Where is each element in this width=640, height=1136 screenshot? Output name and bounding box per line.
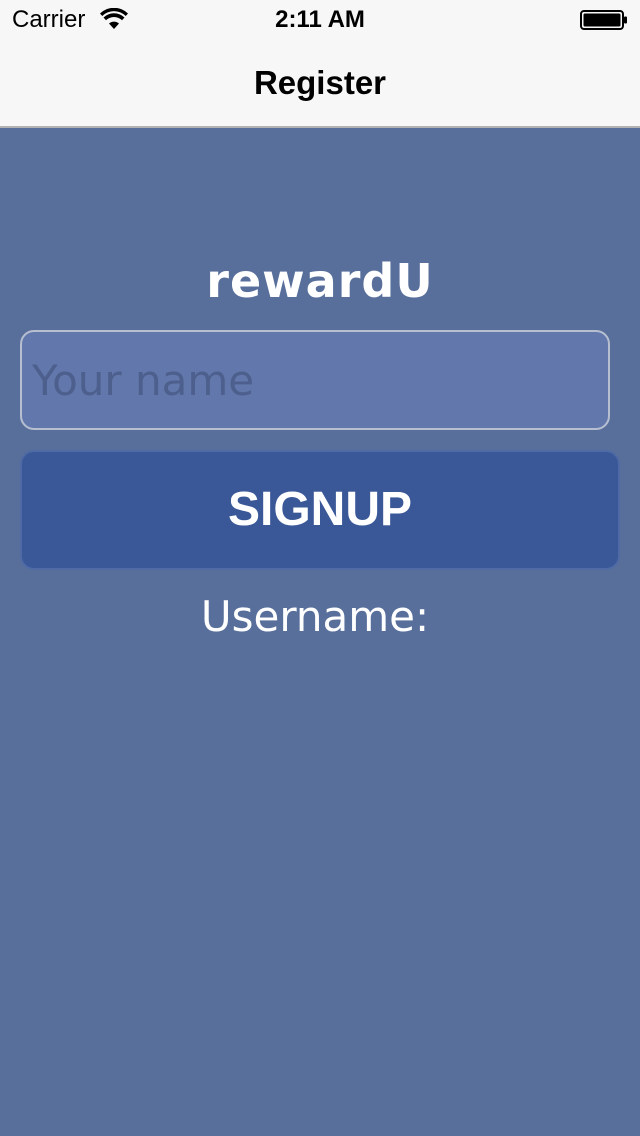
nav-title: Register [253,64,387,101]
name-input[interactable] [20,330,610,430]
status-time: 2:11 AM [275,6,365,33]
top-bar: Carrier 2:11 AM Register [0,0,640,128]
battery-icon [580,10,627,30]
register-screen: Carrier 2:11 AM Register rewardU SIGNUP … [0,0,640,1136]
status-bar: Carrier 2:11 AM [0,0,640,40]
username-label: Username: [200,592,430,641]
app-title: rewardU [206,254,434,308]
signup-button[interactable]: SIGNUP [20,450,620,570]
